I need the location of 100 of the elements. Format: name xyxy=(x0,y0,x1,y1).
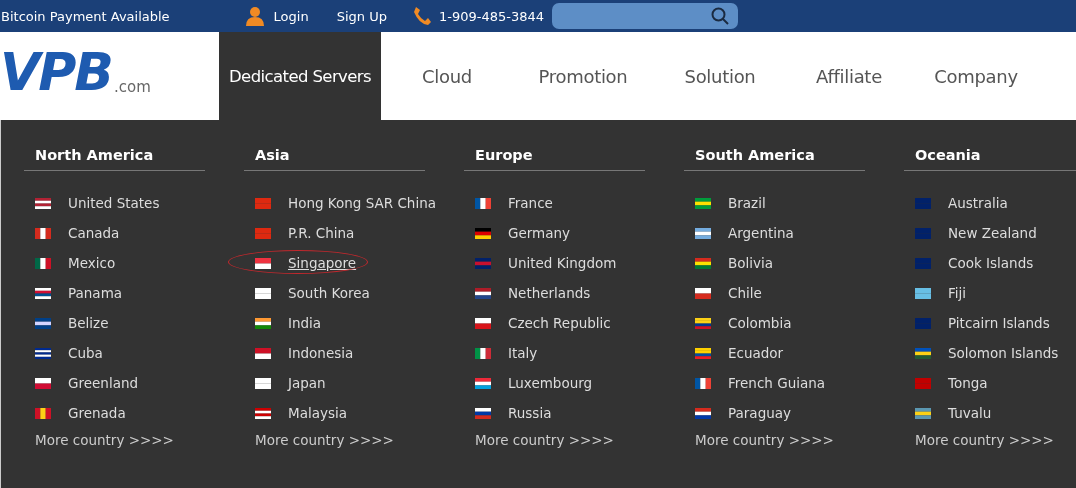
flag-icon xyxy=(35,257,51,269)
flag-icon xyxy=(475,347,491,359)
flag-icon xyxy=(475,227,491,239)
flag-icon xyxy=(915,347,931,359)
flag-icon xyxy=(915,227,931,239)
nav-tab[interactable]: Company xyxy=(911,32,1041,120)
flag-icon xyxy=(255,317,271,329)
country-link[interactable]: Solomon Islands xyxy=(948,345,1059,361)
flag-icon xyxy=(475,407,491,419)
nav-tab[interactable]: Cloud xyxy=(381,32,513,120)
country-link[interactable]: South Korea xyxy=(288,285,370,301)
country-link[interactable]: Cuba xyxy=(68,345,103,361)
flag-icon xyxy=(475,317,491,329)
country-link[interactable]: Mexico xyxy=(68,255,116,271)
flag-icon xyxy=(695,197,711,209)
country-link[interactable]: Paraguay xyxy=(728,405,792,421)
flag-icon xyxy=(695,377,711,389)
flag-icon xyxy=(35,197,51,209)
phone-number: 1-909-485-3844 xyxy=(438,8,544,24)
flag-icon xyxy=(915,377,931,389)
more-country-link[interactable]: More country >>>> xyxy=(35,432,244,448)
flag-icon xyxy=(915,257,931,269)
more-country-link[interactable]: More country >>>> xyxy=(255,432,464,448)
country-link[interactable]: Germany xyxy=(508,225,571,241)
flag-icon xyxy=(695,317,711,329)
country-link[interactable]: United States xyxy=(68,195,160,211)
nav-tab[interactable]: Affiliate xyxy=(787,32,911,120)
search-icon[interactable] xyxy=(711,7,729,25)
more-country-link[interactable]: More country >>>> xyxy=(475,432,684,448)
country-link[interactable]: Indonesia xyxy=(288,345,354,361)
flag-icon xyxy=(35,227,51,239)
flag-icon xyxy=(255,347,271,359)
country-link[interactable]: Belize xyxy=(68,315,109,331)
country-link[interactable]: Tonga xyxy=(948,375,988,391)
flag-icon xyxy=(695,287,711,299)
flag-icon xyxy=(695,257,711,269)
flag-icon xyxy=(35,287,51,299)
country-link[interactable]: Ecuador xyxy=(728,345,784,361)
country-link[interactable]: Japan xyxy=(288,375,326,391)
country-link[interactable]: United Kingdom xyxy=(508,255,617,271)
region-heading: Oceania xyxy=(904,147,1076,171)
flag-icon xyxy=(915,317,931,329)
flag-icon xyxy=(255,407,271,419)
more-country-link[interactable]: More country >>>> xyxy=(915,432,1076,448)
nav-tab[interactable]: Dedicated Servers xyxy=(219,32,381,120)
flag-icon xyxy=(475,197,491,209)
more-country-link[interactable]: More country >>>> xyxy=(695,432,904,448)
country-link[interactable]: Pitcairn Islands xyxy=(948,315,1050,331)
country-link[interactable]: Panama xyxy=(68,285,123,301)
signup-link[interactable]: Sign Up xyxy=(336,8,387,24)
country-link[interactable]: Argentina xyxy=(728,225,794,241)
country-link[interactable]: Italy xyxy=(508,345,538,361)
logo-text[interactable]: VPB xyxy=(0,46,112,98)
flag-icon xyxy=(35,317,51,329)
nav-tab[interactable]: Solution xyxy=(653,32,787,120)
flag-icon xyxy=(255,227,271,239)
country-link[interactable]: French Guiana xyxy=(728,375,826,391)
country-link[interactable]: Bolivia xyxy=(728,255,774,271)
country-link[interactable]: Fiji xyxy=(948,285,967,301)
region-heading: North America xyxy=(24,147,205,171)
country-link[interactable]: Grenada xyxy=(68,405,126,421)
login-link[interactable]: Login xyxy=(273,8,309,24)
country-link[interactable]: Cook Islands xyxy=(948,255,1034,271)
country-link[interactable]: New Zealand xyxy=(948,225,1037,241)
country-link[interactable]: Tuvalu xyxy=(948,405,992,421)
country-link[interactable]: Brazil xyxy=(728,195,766,211)
region-heading: Asia xyxy=(244,147,425,171)
country-link[interactable]: Luxembourg xyxy=(508,375,593,391)
country-link[interactable]: Australia xyxy=(948,195,1008,211)
flag-icon xyxy=(915,287,931,299)
country-link[interactable]: France xyxy=(508,195,553,211)
flag-icon xyxy=(475,257,491,269)
country-link[interactable]: Colombia xyxy=(728,315,792,331)
search-field[interactable] xyxy=(552,3,738,29)
country-link[interactable]: Greenland xyxy=(68,375,139,391)
flag-icon xyxy=(695,227,711,239)
flag-icon xyxy=(695,347,711,359)
region-heading: South America xyxy=(684,147,865,171)
logo-suffix: .com xyxy=(114,78,151,96)
flag-icon xyxy=(255,197,271,209)
notice-text: Bitcoin Payment Available xyxy=(1,8,170,24)
phone-icon xyxy=(412,6,431,26)
country-link[interactable]: Canada xyxy=(68,225,120,241)
nav-tab[interactable]: Promotion xyxy=(513,32,653,120)
country-link[interactable]: Czech Republic xyxy=(508,315,611,331)
flag-icon xyxy=(475,287,491,299)
country-link[interactable]: P.R. China xyxy=(288,225,355,241)
region-heading: Europe xyxy=(464,147,645,171)
country-link[interactable]: Chile xyxy=(728,285,762,301)
flag-icon xyxy=(915,407,931,419)
country-link[interactable]: Hong Kong SAR China xyxy=(288,195,436,211)
flag-icon xyxy=(255,287,271,299)
flag-icon xyxy=(915,197,931,209)
country-link[interactable]: India xyxy=(288,315,322,331)
country-link[interactable]: Malaysia xyxy=(288,405,347,421)
country-link[interactable]: Singapore xyxy=(288,255,357,271)
flag-icon xyxy=(35,377,51,389)
flag-icon xyxy=(475,377,491,389)
country-link[interactable]: Netherlands xyxy=(508,285,591,301)
country-link[interactable]: Russia xyxy=(508,405,552,421)
